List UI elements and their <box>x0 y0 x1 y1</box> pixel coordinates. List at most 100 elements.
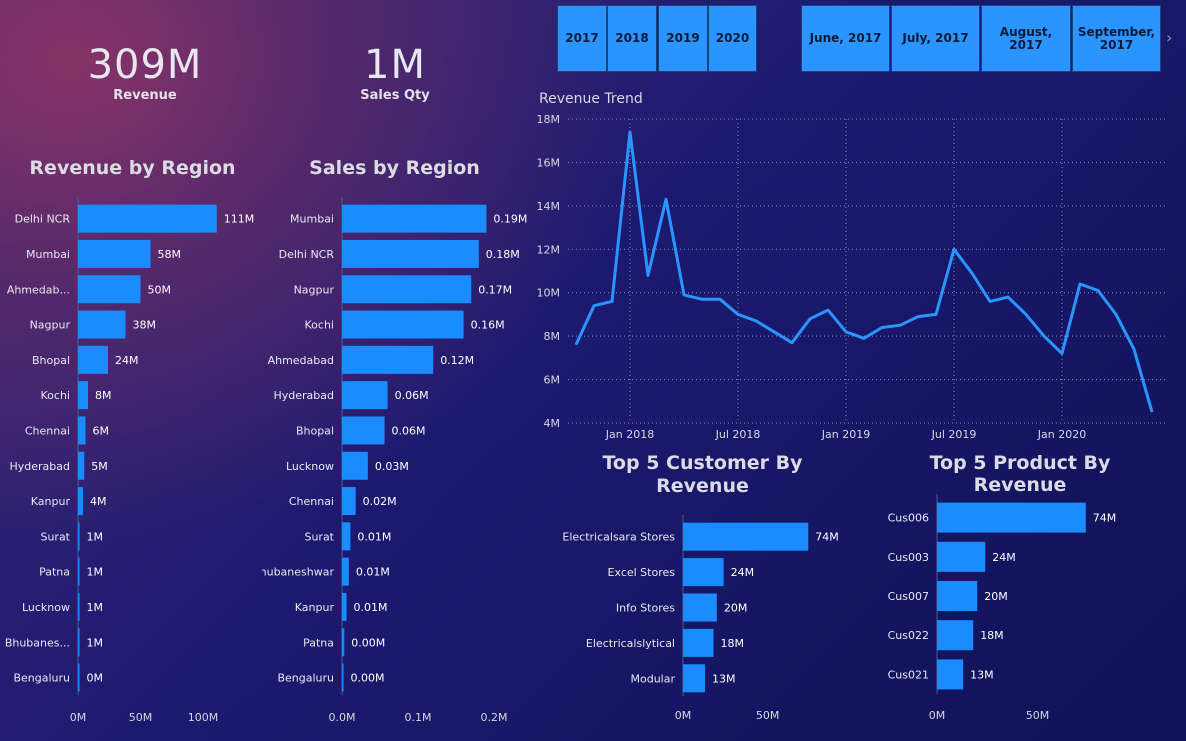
revenue-trend-y-tick-label: 6M <box>544 374 561 387</box>
sales-by-region-bar <box>342 663 344 692</box>
sales-by-region-category-label: Bhopal <box>296 424 334 437</box>
top5-product-category-label: Cus022 <box>888 629 929 642</box>
revenue-by-region-value-label: 5M <box>91 460 108 473</box>
revenue-by-region-bar <box>78 381 88 410</box>
sales-by-region-bar <box>342 522 351 551</box>
revenue-by-region-title: Revenue by Region <box>29 157 236 179</box>
top5-product-x-tick-label: 0M <box>929 709 946 722</box>
revenue-kpi-value: 309M <box>87 42 203 88</box>
top5-customer-category-label: Electricalsara Stores <box>562 531 675 544</box>
top5-customer-value-label: 24M <box>731 566 755 579</box>
sales-by-region-category-label: Mumbai <box>290 213 334 226</box>
sales-by-region-bar <box>342 310 464 339</box>
revenue-by-region-category-label: Delhi NCR <box>15 213 71 226</box>
sales-qty-kpi-label: Sales Qty <box>360 88 430 103</box>
month-button-june-2017[interactable]: June, 2017 <box>801 5 890 72</box>
revenue-by-region-category-label: Kanpur <box>31 495 71 508</box>
revenue-by-region-category-label: Bhopal <box>32 354 70 367</box>
revenue-by-region-bar <box>78 557 80 586</box>
sales-by-region-category-label: Kanpur <box>295 601 335 614</box>
sales-by-region-bar <box>342 381 388 410</box>
sales-by-region-bar <box>342 416 385 445</box>
top5-product-bar <box>937 620 974 651</box>
top5-customer-x-tick-label: 50M <box>756 709 780 722</box>
revenue-by-region-bar <box>78 239 151 268</box>
revenue-by-region-category-label: Lucknow <box>22 601 70 614</box>
revenue-by-region-bar <box>78 592 80 621</box>
revenue-by-region-bar <box>78 275 141 304</box>
chevron-right-icon[interactable]: › <box>1166 28 1172 47</box>
sales-by-region-bar <box>342 204 487 233</box>
top5-product-value-label: 74M <box>1093 512 1117 525</box>
revenue-trend-x-tick-label: Jan 2019 <box>821 428 870 441</box>
top5-customer-category-label: Modular <box>631 672 676 685</box>
top5-product-value-label: 13M <box>970 668 994 681</box>
sales-by-region-value-label: 0.03M <box>375 460 409 473</box>
revenue-trend-y-tick-label: 16M <box>537 156 561 169</box>
sales-by-region-bar <box>342 487 356 516</box>
top5-product-category-label: Cus003 <box>888 551 929 564</box>
revenue-by-region-category-label: Surat <box>40 530 70 543</box>
top5-product-bar <box>937 541 986 572</box>
revenue-by-region-category-label: Hyderabad <box>10 460 71 473</box>
revenue-by-region-value-label: 1M <box>87 566 104 579</box>
revenue-by-region-category-label: Mumbai <box>26 248 70 261</box>
revenue-trend-x-tick-label: Jul 2018 <box>715 428 761 441</box>
year-button-2019[interactable]: 2019 <box>658 5 708 72</box>
top5-product-x-tick-label: 50M <box>1026 709 1050 722</box>
top5-customer-category-label: Excel Stores <box>608 566 676 579</box>
revenue-trend-y-tick-label: 4M <box>544 417 561 430</box>
top5-customer-title: Top 5 Customer By Revenue <box>602 452 803 497</box>
top5-product-value-label: 20M <box>984 590 1008 603</box>
month-button-july-2017[interactable]: July, 2017 <box>891 5 980 72</box>
top5-customer-chart: Electricalsara Stores 74M Excel Stores 24M I… <box>562 515 839 722</box>
year-button-2018[interactable]: 2018 <box>607 5 657 72</box>
sales-by-region-value-label: 0.01M <box>357 530 391 543</box>
sales-by-region-category-label: Ahmedabad <box>268 354 334 367</box>
sales-by-region-value-label: 0.00M <box>351 636 385 649</box>
top5-customer-value-label: 20M <box>724 602 748 615</box>
sales-by-region-value-label: 0.12M <box>440 354 474 367</box>
revenue-by-region-value-label: 1M <box>87 530 104 543</box>
sales-by-region-category-label: Delhi NCR <box>279 248 335 261</box>
revenue-by-region-bar <box>78 451 85 480</box>
year-button-2020[interactable]: 2020 <box>708 5 757 72</box>
revenue-by-region-category-label: Patna <box>39 566 70 579</box>
revenue-by-region-category-label: Bhubanes... <box>5 636 70 649</box>
revenue-by-region-value-label: 8M <box>95 389 112 402</box>
top5-product-bar <box>937 502 1086 533</box>
sales-qty-kpi-value: 1M <box>364 42 426 88</box>
sales-by-region-bar <box>342 557 349 586</box>
month-button-september-2017[interactable]: September, 2017 <box>1072 5 1161 72</box>
top5-product-category-label: Cus006 <box>888 512 929 525</box>
revenue-trend-y-tick-label: 18M <box>537 113 561 126</box>
revenue-by-region-bar <box>78 487 83 516</box>
sales-by-region-x-tick-label: 0.0M <box>329 711 356 724</box>
revenue-by-region-value-label: 38M <box>133 319 157 332</box>
sales-by-region-value-label: 0.17M <box>478 283 512 296</box>
year-button-2017[interactable]: 2017 <box>557 5 607 72</box>
sales-qty-kpi-card: 1M Sales Qty <box>295 42 495 103</box>
revenue-trend-y-tick-label: 14M <box>537 200 561 213</box>
revenue-by-region-value-label: 1M <box>87 601 104 614</box>
top5-product-bar <box>937 581 978 611</box>
sales-by-region-value-label: 0.01M <box>354 601 388 614</box>
revenue-trend-title: Revenue Trend <box>539 91 643 107</box>
sales-by-region-bar <box>342 592 347 621</box>
year-slicer: 2017 2018 2019 2020 <box>557 5 757 72</box>
top5-product-bar <box>937 659 964 690</box>
revenue-kpi-card: 309M Revenue <box>45 42 245 103</box>
sales-by-region-value-label: 0.06M <box>395 389 429 402</box>
top5-customer-category-label: Info Stores <box>616 602 675 615</box>
top5-product-chart: Cus006 74M Cus003 24M Cus007 20M Cus022 18M Cus0… <box>888 494 1117 722</box>
month-button-august-2017[interactable]: August, 2017 <box>981 5 1071 72</box>
top5-product-value-label: 18M <box>980 629 1004 642</box>
sales-by-region-chart: Mumbai 0.19MDelhi NCR 0.18MNagpur 0.17MKoch… <box>262 197 527 724</box>
top5-customer-bar <box>683 593 717 622</box>
revenue-trend-x-tick-label: Jul 2019 <box>931 428 977 441</box>
revenue-by-region-value-label: 1M <box>87 636 104 649</box>
sales-by-region-value-label: 0.02M <box>363 495 397 508</box>
revenue-by-region-value-label: 6M <box>93 424 110 437</box>
revenue-by-region-category-label: Chennai <box>25 424 70 437</box>
revenue-by-region-value-label: 24M <box>115 354 139 367</box>
